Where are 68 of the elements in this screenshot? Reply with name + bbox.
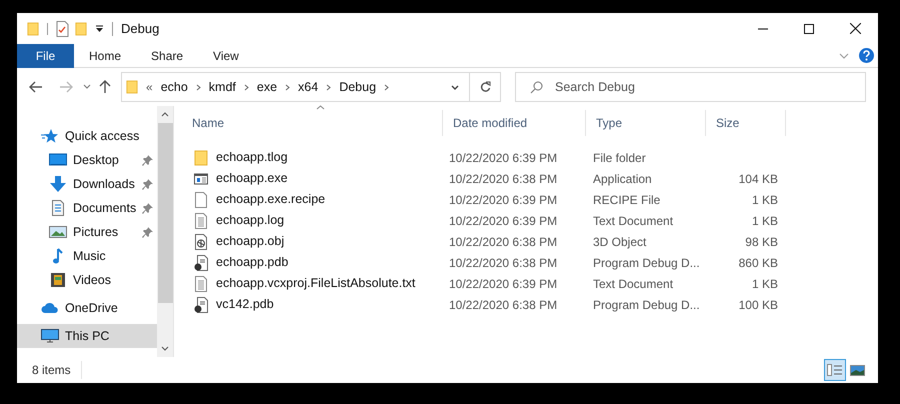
type-cell-text: Program Debug D... (592, 254, 701, 272)
date-cell-text: 10/22/2020 6:38 PM (448, 254, 558, 272)
nav-item[interactable]: Desktop (17, 148, 157, 172)
breadcrumb[interactable]: x64 (298, 78, 318, 96)
nav-label: OneDrive (65, 300, 119, 317)
nav-label: This PC (65, 328, 110, 345)
type-cell-text: Text Document (592, 212, 674, 230)
type-cell-text: File folder (592, 150, 647, 166)
ribbon-tab[interactable]: Home (74, 44, 136, 68)
search-input[interactable]: Search Debug (555, 78, 865, 96)
breadcrumb[interactable]: exe (256, 78, 278, 96)
search-field[interactable]: Search Debug (515, 72, 866, 102)
nav-item[interactable]: Music (17, 244, 157, 268)
date-cell-text: 10/22/2020 6:39 PM (448, 212, 558, 230)
file-name[interactable]: vc142.pdb (216, 295, 274, 314)
file-name[interactable]: echoapp.exe (216, 169, 288, 188)
type-cell-text: Application (592, 170, 653, 188)
size-cell-text: 1 KB (752, 276, 778, 292)
address-bar[interactable]: « echo kmdf exe x64 Debug (121, 72, 501, 102)
file-name[interactable]: echoapp.vcxproj.FileListAbsolute.txt (216, 274, 416, 293)
size-cell-text: 1 KB (752, 212, 778, 230)
date-cell-text: 10/22/2020 6:38 PM (448, 170, 558, 188)
file-name[interactable]: echoapp.log (216, 211, 284, 230)
type-cell-text: Program Debug D... (592, 296, 701, 314)
nav-item[interactable]: Videos (17, 268, 157, 292)
nav-item[interactable]: This PC (17, 324, 157, 348)
nav-label: Desktop (73, 152, 120, 169)
column-header[interactable]: Date modified (443, 110, 586, 136)
column-header[interactable]: Type (586, 110, 706, 136)
window-title: Debug (121, 20, 160, 38)
ribbon-tab[interactable]: Share (136, 44, 198, 68)
nav-item[interactable]: Pictures (17, 220, 157, 244)
nav-label: Pictures (73, 224, 120, 241)
date-cell-text: 10/22/2020 6:38 PM (448, 234, 558, 250)
file-name[interactable]: echoapp.exe.recipe (216, 190, 326, 209)
date-cell-text: 10/22/2020 6:38 PM (448, 296, 558, 314)
column-header[interactable]: Name (182, 110, 443, 136)
column-header[interactable]: Size (706, 110, 786, 136)
type-cell-text: 3D Object (592, 234, 648, 250)
type-cell-text: Text Document (592, 276, 674, 292)
ribbon-tab[interactable]: File (17, 44, 74, 68)
size-cell-text: 98 KB (745, 234, 778, 250)
ribbon-tab[interactable]: View (198, 44, 254, 68)
breadcrumb[interactable]: Debug (339, 78, 376, 96)
breadcrumb[interactable]: echo (160, 78, 188, 96)
breadcrumb[interactable]: kmdf (208, 78, 236, 96)
date-cell-text: 10/22/2020 6:39 PM (448, 150, 558, 166)
size-cell-text: 860 KB (738, 254, 778, 272)
nav-item[interactable]: OneDrive (17, 296, 157, 320)
nav-item[interactable]: Documents (17, 196, 157, 220)
item-count: 8 items (32, 361, 82, 379)
type-cell-text: RECIPE File (592, 192, 662, 208)
date-cell-text: 10/22/2020 6:39 PM (448, 276, 558, 292)
nav-label: Music (73, 248, 107, 265)
file-name[interactable]: echoapp.tlog (216, 148, 288, 167)
nav-label: Videos (73, 272, 112, 289)
nav-item[interactable]: Downloads (17, 172, 157, 196)
date-cell-text: 10/22/2020 6:39 PM (448, 192, 558, 208)
size-cell-text: 104 KB (738, 170, 778, 188)
nav-label: Quick access (65, 128, 140, 145)
size-cell-text: 100 KB (738, 296, 778, 314)
nav-label: Downloads (73, 176, 136, 193)
breadcrumb-overflow[interactable]: « (146, 78, 153, 96)
nav-label: Documents (73, 200, 136, 217)
nav-item[interactable]: Quick access (17, 124, 157, 148)
file-name[interactable]: echoapp.obj (216, 232, 284, 251)
size-cell-text: 1 KB (752, 192, 778, 208)
file-name[interactable]: echoapp.pdb (216, 253, 288, 272)
